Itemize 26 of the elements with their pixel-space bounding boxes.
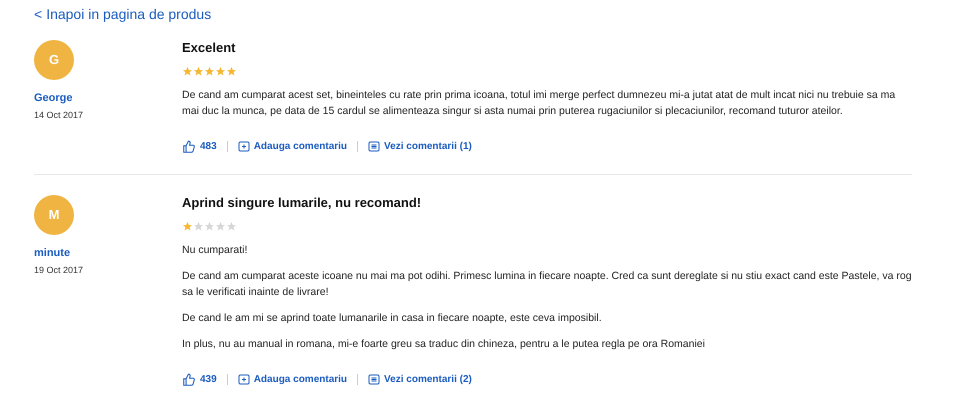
review-date: 14 Oct 2017 [34, 108, 84, 122]
review-title: Excelent [182, 40, 236, 56]
avatar: G [34, 40, 74, 80]
thumbs-up-icon [182, 372, 196, 386]
review-text: Nu cumparati! [182, 243, 248, 258]
add-comment-button[interactable]: Adauga comentariu [238, 372, 348, 387]
like-button[interactable]: 439 [182, 372, 217, 387]
plus-icon [238, 374, 250, 386]
add-comment-button[interactable]: Adauga comentariu [238, 139, 348, 154]
review-text: In plus, nu au manual in romana, mi-e foarte greu sa traduc din chineza, pentru a le putea regla pe ora Romaniei [182, 337, 706, 352]
avatar: M [34, 195, 74, 235]
review-text: De cand am cumparat acest set, bineinteles cu rate prin prima icoana, totul imi merge perfect dumnezeu mi-a jutat atat de mult incat nici nu trebuie sa ma mai duc la munca, pe data de 15 cardul se alimenteaza singur si asta numai prin puterea rugaciunilor si plecaciunilor, recomand tuturor ateilor. [182, 88, 896, 119]
review-text: De cand le am mi se aprind toate lumanarile in casa in fiecare noapte, este ceva imposibil. [182, 311, 603, 326]
author-name[interactable]: minute [34, 245, 182, 262]
plus-icon [238, 140, 250, 152]
like-button[interactable]: 483 [182, 139, 217, 154]
review-text: De cand am cumparat aceste icoane nu mai ma pot odihi. Primesc lumina in fiecare noapte. Cred ca sunt dereglate si nu stiu exact cand este Pastele, va rog sa le verificati inainte de livrare! [182, 269, 912, 300]
review-title: Aprind singure lumarile, nu recomand! [182, 195, 422, 211]
view-comments-button[interactable]: Vezi comentarii (1) [368, 139, 472, 154]
back-link[interactable]: < Inapoi in pagina de produs [34, 0, 980, 20]
thumbs-up-icon [182, 140, 196, 154]
view-comments-button[interactable]: Vezi comentarii (2) [368, 372, 472, 387]
review-date: 19 Oct 2017 [34, 264, 84, 276]
comment-list-icon [368, 374, 380, 386]
author-name[interactable]: George [34, 90, 182, 106]
comment-list-icon [368, 140, 380, 152]
